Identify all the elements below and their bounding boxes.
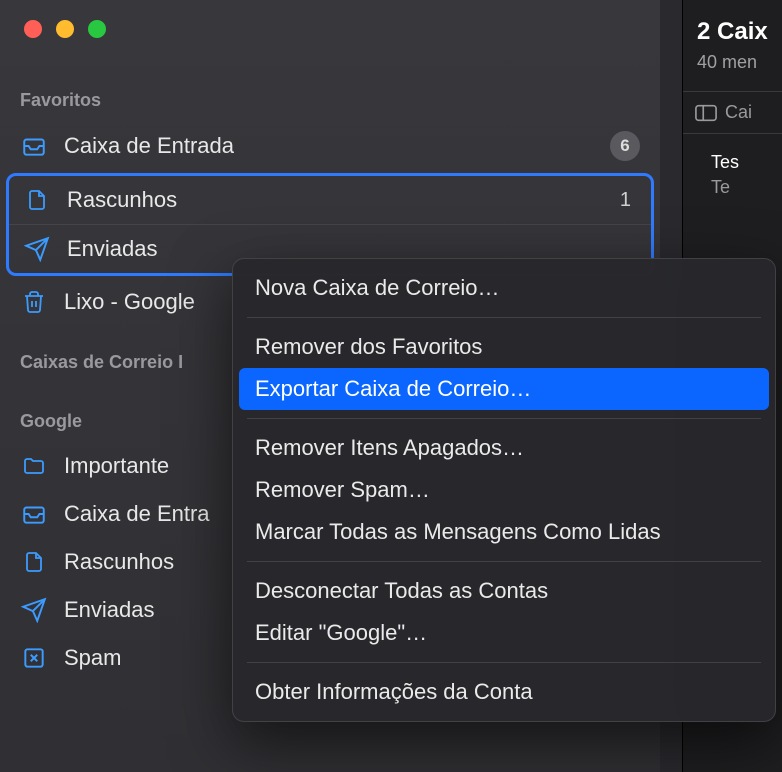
minimize-window-button[interactable] xyxy=(56,20,74,38)
menu-item-new-mailbox[interactable]: Nova Caixa de Correio… xyxy=(233,267,775,309)
mailbox-title: 2 Caix xyxy=(683,0,782,50)
menu-item-export-mailbox[interactable]: Exportar Caixa de Correio… xyxy=(239,368,769,410)
sidebar-item-label: Caixa de Entrada xyxy=(64,133,594,159)
unread-badge: 6 xyxy=(610,131,640,161)
fullscreen-window-button[interactable] xyxy=(88,20,106,38)
menu-item-remove-spam[interactable]: Remover Spam… xyxy=(233,469,775,511)
message-list-toolbar[interactable]: Cai xyxy=(683,91,782,134)
trash-icon xyxy=(20,288,48,316)
menu-item-account-info[interactable]: Obter Informações da Conta xyxy=(233,671,775,713)
menu-item-remove-deleted[interactable]: Remover Itens Apagados… xyxy=(233,427,775,469)
item-count: 1 xyxy=(620,189,637,212)
sidebar-item-label: Rascunhos xyxy=(67,187,604,213)
inbox-tray-icon xyxy=(20,500,48,528)
inbox-tray-icon xyxy=(20,132,48,160)
sidebar-layout-icon xyxy=(695,104,717,122)
paper-plane-icon xyxy=(23,235,51,263)
document-icon xyxy=(20,548,48,576)
sidebar-item-drafts[interactable]: Rascunhos 1 xyxy=(9,176,651,224)
paper-plane-icon xyxy=(20,596,48,624)
menu-item-disconnect-accounts[interactable]: Desconectar Todas as Contas xyxy=(233,570,775,612)
menu-item-mark-all-read[interactable]: Marcar Todas as Mensagens Como Lidas xyxy=(233,511,775,553)
toolbar-label: Cai xyxy=(725,102,752,123)
menu-separator xyxy=(247,662,761,663)
menu-separator xyxy=(247,317,761,318)
sidebar-item-inbox[interactable]: Caixa de Entrada 6 xyxy=(0,121,660,171)
menu-item-remove-favorites[interactable]: Remover dos Favoritos xyxy=(233,326,775,368)
mailbox-subtitle: 40 men xyxy=(683,50,782,91)
section-header-favorites[interactable]: Favoritos xyxy=(0,82,660,121)
folder-icon xyxy=(20,452,48,480)
mailbox-context-menu: Nova Caixa de Correio… Remover dos Favor… xyxy=(232,258,776,722)
document-icon xyxy=(23,186,51,214)
menu-separator xyxy=(247,561,761,562)
message-row-preview: Te xyxy=(683,175,782,198)
menu-separator xyxy=(247,418,761,419)
spam-x-icon xyxy=(20,644,48,672)
close-window-button[interactable] xyxy=(24,20,42,38)
message-row-title[interactable]: Tes xyxy=(683,134,782,175)
window-controls xyxy=(0,20,660,38)
menu-item-edit-account[interactable]: Editar "Google"… xyxy=(233,612,775,654)
